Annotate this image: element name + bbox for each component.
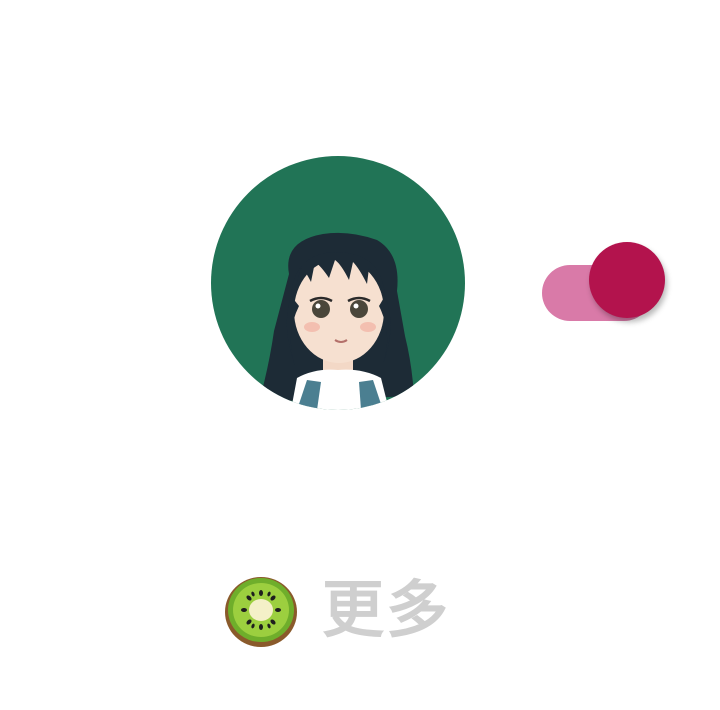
profile-avatar[interactable] <box>211 156 465 410</box>
toggle-thumb[interactable] <box>589 242 665 318</box>
girl-avatar-icon <box>211 156 465 410</box>
settings-toggle[interactable] <box>540 240 670 324</box>
more-button[interactable]: 更多 <box>222 570 450 650</box>
kiwi-icon <box>222 571 300 649</box>
more-label: 更多 <box>322 573 451 646</box>
